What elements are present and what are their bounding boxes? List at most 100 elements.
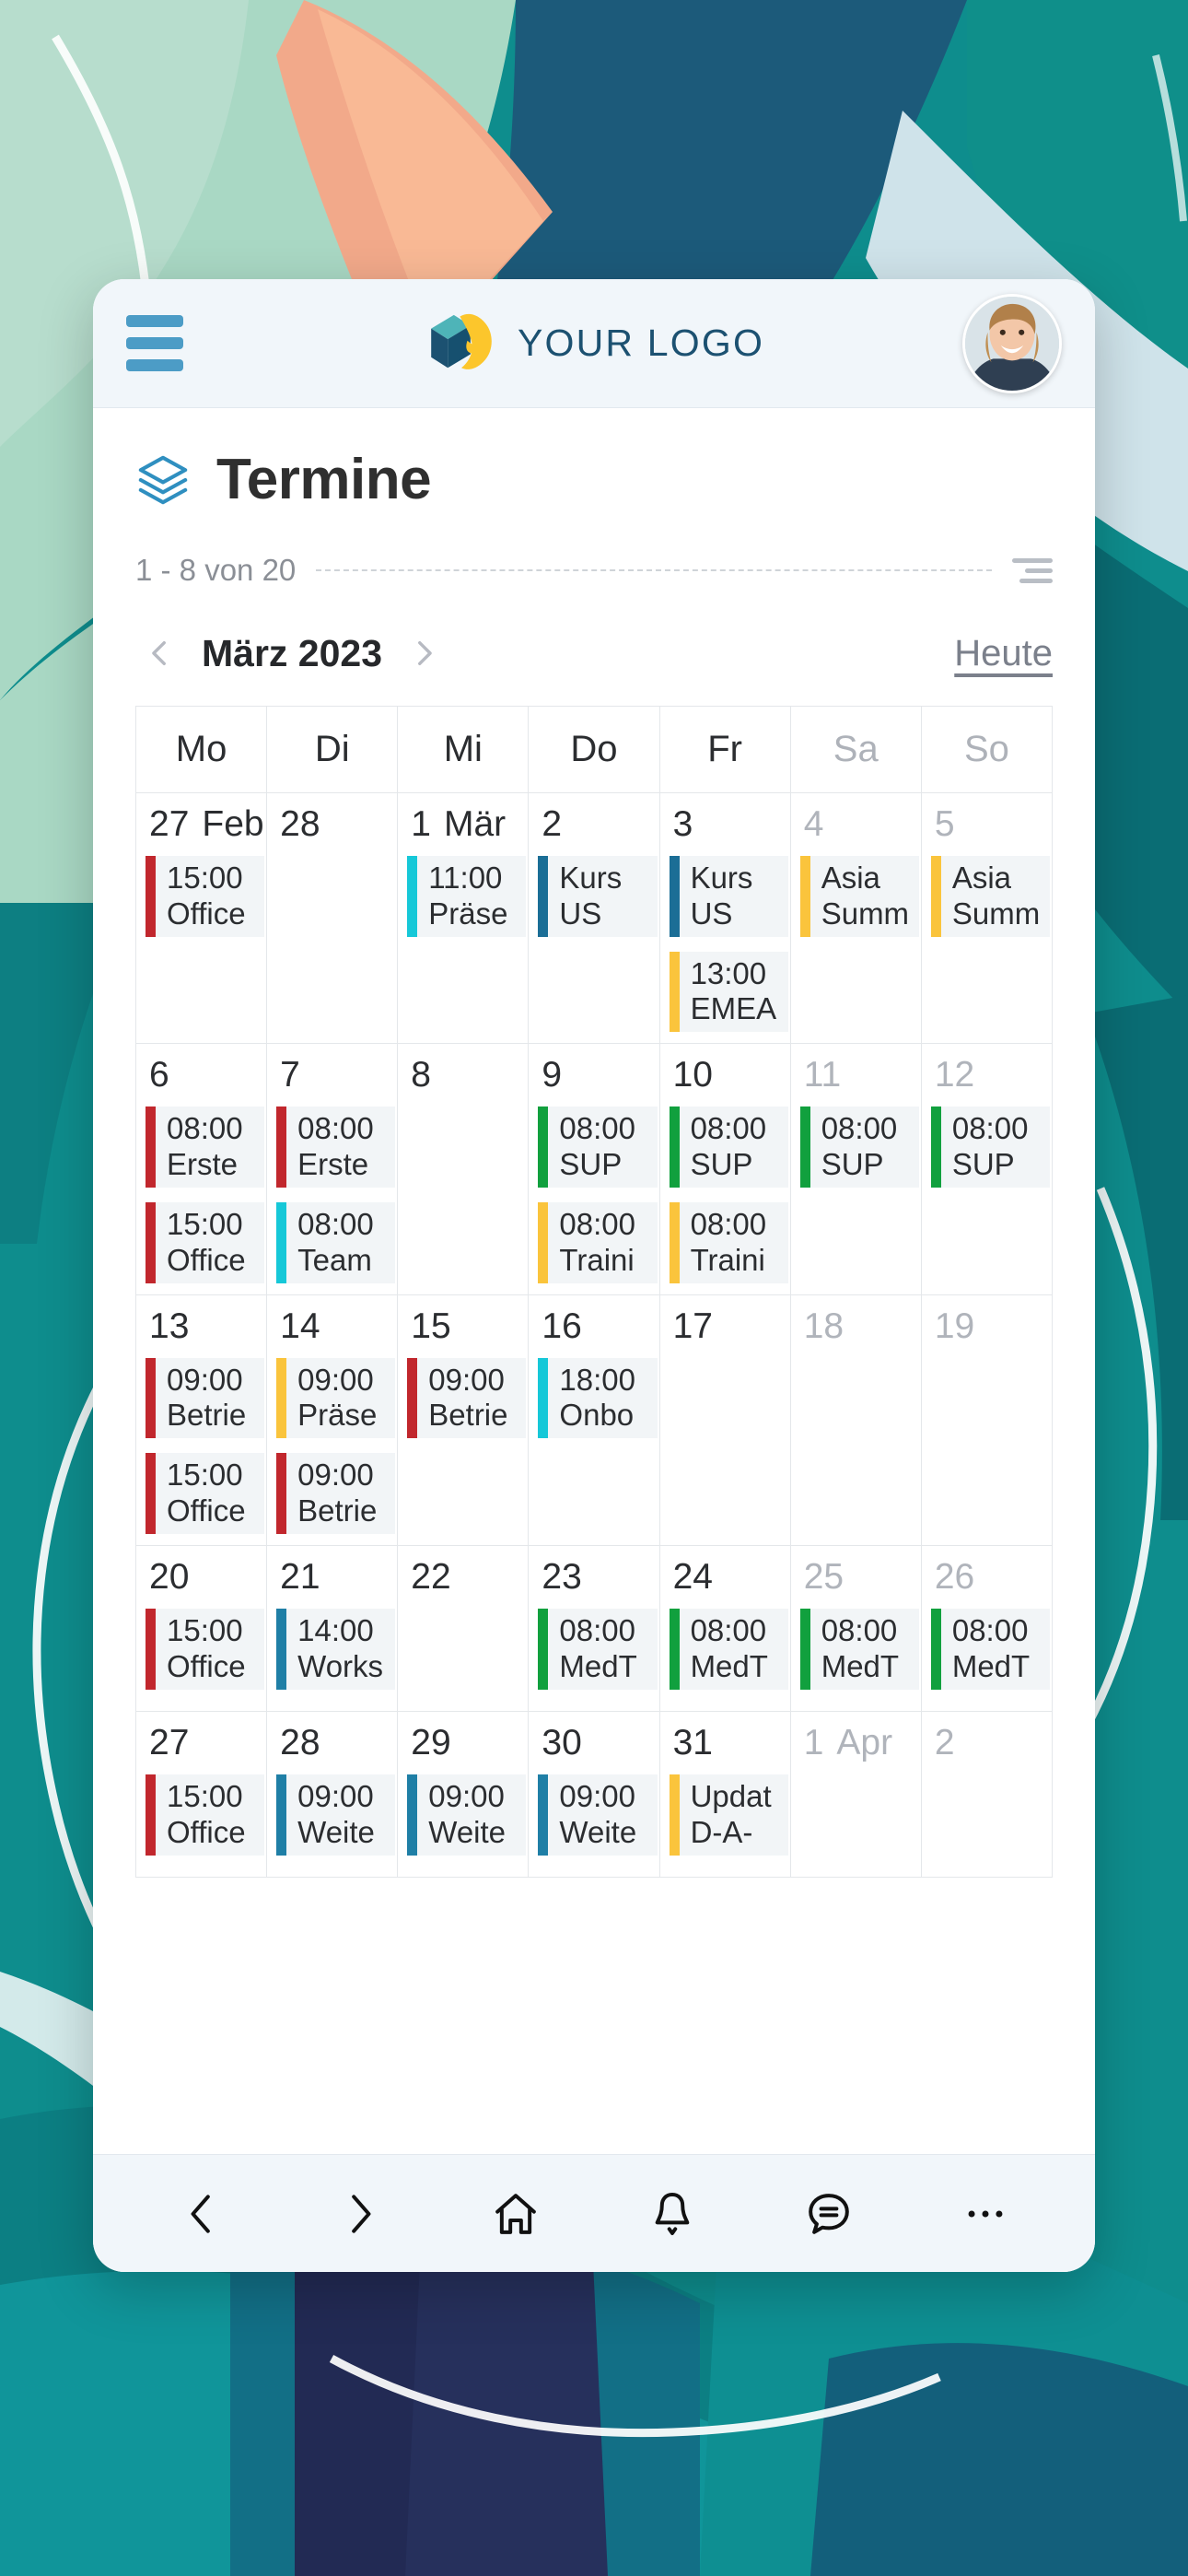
calendar-day-cell[interactable]: 5 Asia Summ [920,791,1054,1045]
nav-back[interactable] [160,2172,245,2256]
day-number: 15 [411,1306,451,1346]
calendar-event[interactable]: 13:00 EMEA [669,951,788,1033]
calendar-event[interactable]: 09:00 Weite [538,1774,658,1856]
calendar-day-cell[interactable]: 28 [266,791,399,1045]
calendar-event[interactable]: 09:00 Weite [276,1774,396,1856]
calendar-day-cell[interactable]: 17 [658,1294,791,1547]
event-line2: US [559,896,602,931]
calendar-event[interactable]: 09:00 Betrie [407,1357,527,1439]
calendar-day-cell[interactable]: 21 14:00 Works [266,1545,399,1713]
calendar-day-cell[interactable]: 1 Apr [789,1711,922,1879]
calendar-event[interactable]: 08:00 SUP [930,1107,1050,1188]
calendar-event[interactable]: 14:00 Works [276,1608,396,1690]
event-line2: SUP [951,1147,1015,1182]
calendar-event[interactable]: 09:00 Betrie [276,1453,396,1535]
prev-month-button[interactable] [135,628,185,678]
calendar-day-cell[interactable]: 10 08:00 SUP 08:00 Traini [658,1043,791,1295]
calendar-day-cell[interactable]: 15 09:00 Betrie [397,1294,530,1547]
calendar-event[interactable]: 15:00 Office [146,1201,265,1283]
calendar-event[interactable]: 08:00 MedT [669,1608,788,1690]
event-line1: 09:00 [297,1458,374,1493]
home-icon [495,2193,536,2234]
calendar-event[interactable]: 08:00 Team [276,1201,396,1283]
calendar-day-cell[interactable]: 4 Asia Summ [789,791,922,1045]
calendar-day-cell[interactable]: 24 08:00 MedT [658,1545,791,1713]
calendar-day-cell[interactable]: 27 15:00 Office [134,1711,268,1879]
calendar-event[interactable]: 15:00 Office [146,1774,265,1856]
calendar-event[interactable]: 15:00 Office [146,1608,265,1690]
calendar-event[interactable]: 18:00 Onbo [538,1357,658,1439]
calendar-event[interactable]: Asia Summ [799,855,919,937]
calendar-day-cell[interactable]: 22 [397,1545,530,1713]
calendar-event[interactable]: 08:00 MedT [799,1608,919,1690]
calendar-event[interactable]: 08:00 SUP [799,1107,919,1188]
calendar-day-cell[interactable]: 20 15:00 Office [134,1545,268,1713]
calendar-event[interactable]: 08:00 MedT [930,1608,1050,1690]
calendar-day-cell[interactable]: 25 08:00 MedT [789,1545,922,1713]
calendar-day-cell[interactable]: 30 09:00 Weite [528,1711,660,1879]
nav-home[interactable] [473,2172,558,2256]
event-list: 08:00 MedT [791,1608,920,1690]
nav-more[interactable] [943,2172,1028,2256]
calendar-day-cell[interactable]: 14 09:00 Präse 09:00 Betrie [266,1294,399,1547]
calendar-day-cell[interactable]: 2 Kurs US [528,791,660,1045]
calendar-event[interactable]: Updat D-A- [669,1774,788,1856]
calendar-day-cell[interactable]: 16 18:00 Onbo [528,1294,660,1547]
filter-icon[interactable] [1012,557,1053,583]
event-line2: MedT [951,1648,1031,1683]
ellipsis-icon [968,2210,1003,2217]
nav-messages[interactable] [786,2172,871,2256]
nav-forward[interactable] [317,2172,402,2256]
next-month-button[interactable] [399,628,448,678]
calendar-event[interactable]: 11:00 Präse [407,855,527,937]
calendar-day-cell[interactable]: 8 [397,1043,530,1295]
calendar-day-cell[interactable]: 27 Feb 15:00 Office [134,791,268,1045]
calendar-day-cell[interactable]: 29 09:00 Weite [397,1711,530,1879]
today-button[interactable]: Heute [954,633,1053,674]
event-list: Kurs US [530,855,658,937]
calendar-day-cell[interactable]: 26 08:00 MedT [920,1545,1054,1713]
calendar-day-cell[interactable]: 11 08:00 SUP [789,1043,922,1295]
calendar-day-cell[interactable]: 9 08:00 SUP 08:00 Traini [528,1043,660,1295]
calendar-event[interactable]: 15:00 Office [146,1453,265,1535]
calendar-day-cell[interactable]: 2 [920,1711,1054,1879]
calendar-event[interactable]: 09:00 Weite [407,1774,527,1856]
day-number: 12 [934,1055,975,1095]
calendar-event[interactable]: 09:00 Präse [276,1357,396,1439]
calendar-event[interactable]: 08:00 Traini [538,1201,658,1283]
calendar-day-cell[interactable]: 31 Updat D-A- [658,1711,791,1879]
calendar-day-cell[interactable]: 3 Kurs US 13:00 EMEA [658,791,791,1045]
event-color-bar [146,855,156,937]
weekday-header-mi: Mi [397,706,530,793]
day-number: 25 [803,1557,844,1598]
calendar-event[interactable]: Asia Summ [930,855,1050,937]
calendar-day-cell[interactable]: 7 08:00 Erste 08:00 Team [266,1043,399,1295]
calendar-day-cell[interactable]: 23 08:00 MedT [528,1545,660,1713]
hamburger-icon[interactable] [126,315,183,371]
calendar-event[interactable]: 15:00 Office [146,855,265,937]
calendar-event[interactable]: Kurs US [538,855,658,937]
avatar[interactable] [962,293,1062,393]
calendar-day-cell[interactable]: 13 09:00 Betrie 15:00 Office [134,1294,268,1547]
calendar-event[interactable]: 08:00 Erste [276,1107,396,1188]
calendar-event[interactable]: 08:00 SUP [538,1107,658,1188]
calendar-day-cell[interactable]: 19 [920,1294,1054,1547]
nav-notifications[interactable] [630,2172,715,2256]
calendar-day-cell[interactable]: 18 [789,1294,922,1547]
calendar-event[interactable]: 08:00 Traini [669,1201,788,1283]
calendar-event[interactable]: 08:00 MedT [538,1608,658,1690]
calendar-event[interactable]: 08:00 Erste [146,1107,265,1188]
event-line1: 08:00 [297,1111,374,1146]
calendar-day-cell[interactable]: 12 08:00 SUP [920,1043,1054,1295]
event-line1: Kurs [690,860,753,895]
event-line1: 08:00 [559,1612,636,1647]
event-color-bar [930,855,941,937]
calendar-event[interactable]: Kurs US [669,855,788,937]
calendar-event[interactable]: 09:00 Betrie [146,1357,265,1439]
calendar-day-cell[interactable]: 1 Mär 11:00 Präse [397,791,530,1045]
calendar-day-cell[interactable]: 6 08:00 Erste 15:00 Office [134,1043,268,1295]
calendar-day-cell[interactable]: 28 09:00 Weite [266,1711,399,1879]
event-list: 15:00 Office [137,855,266,937]
calendar-event[interactable]: 08:00 SUP [669,1107,788,1188]
day-number: 6 [149,1055,169,1095]
